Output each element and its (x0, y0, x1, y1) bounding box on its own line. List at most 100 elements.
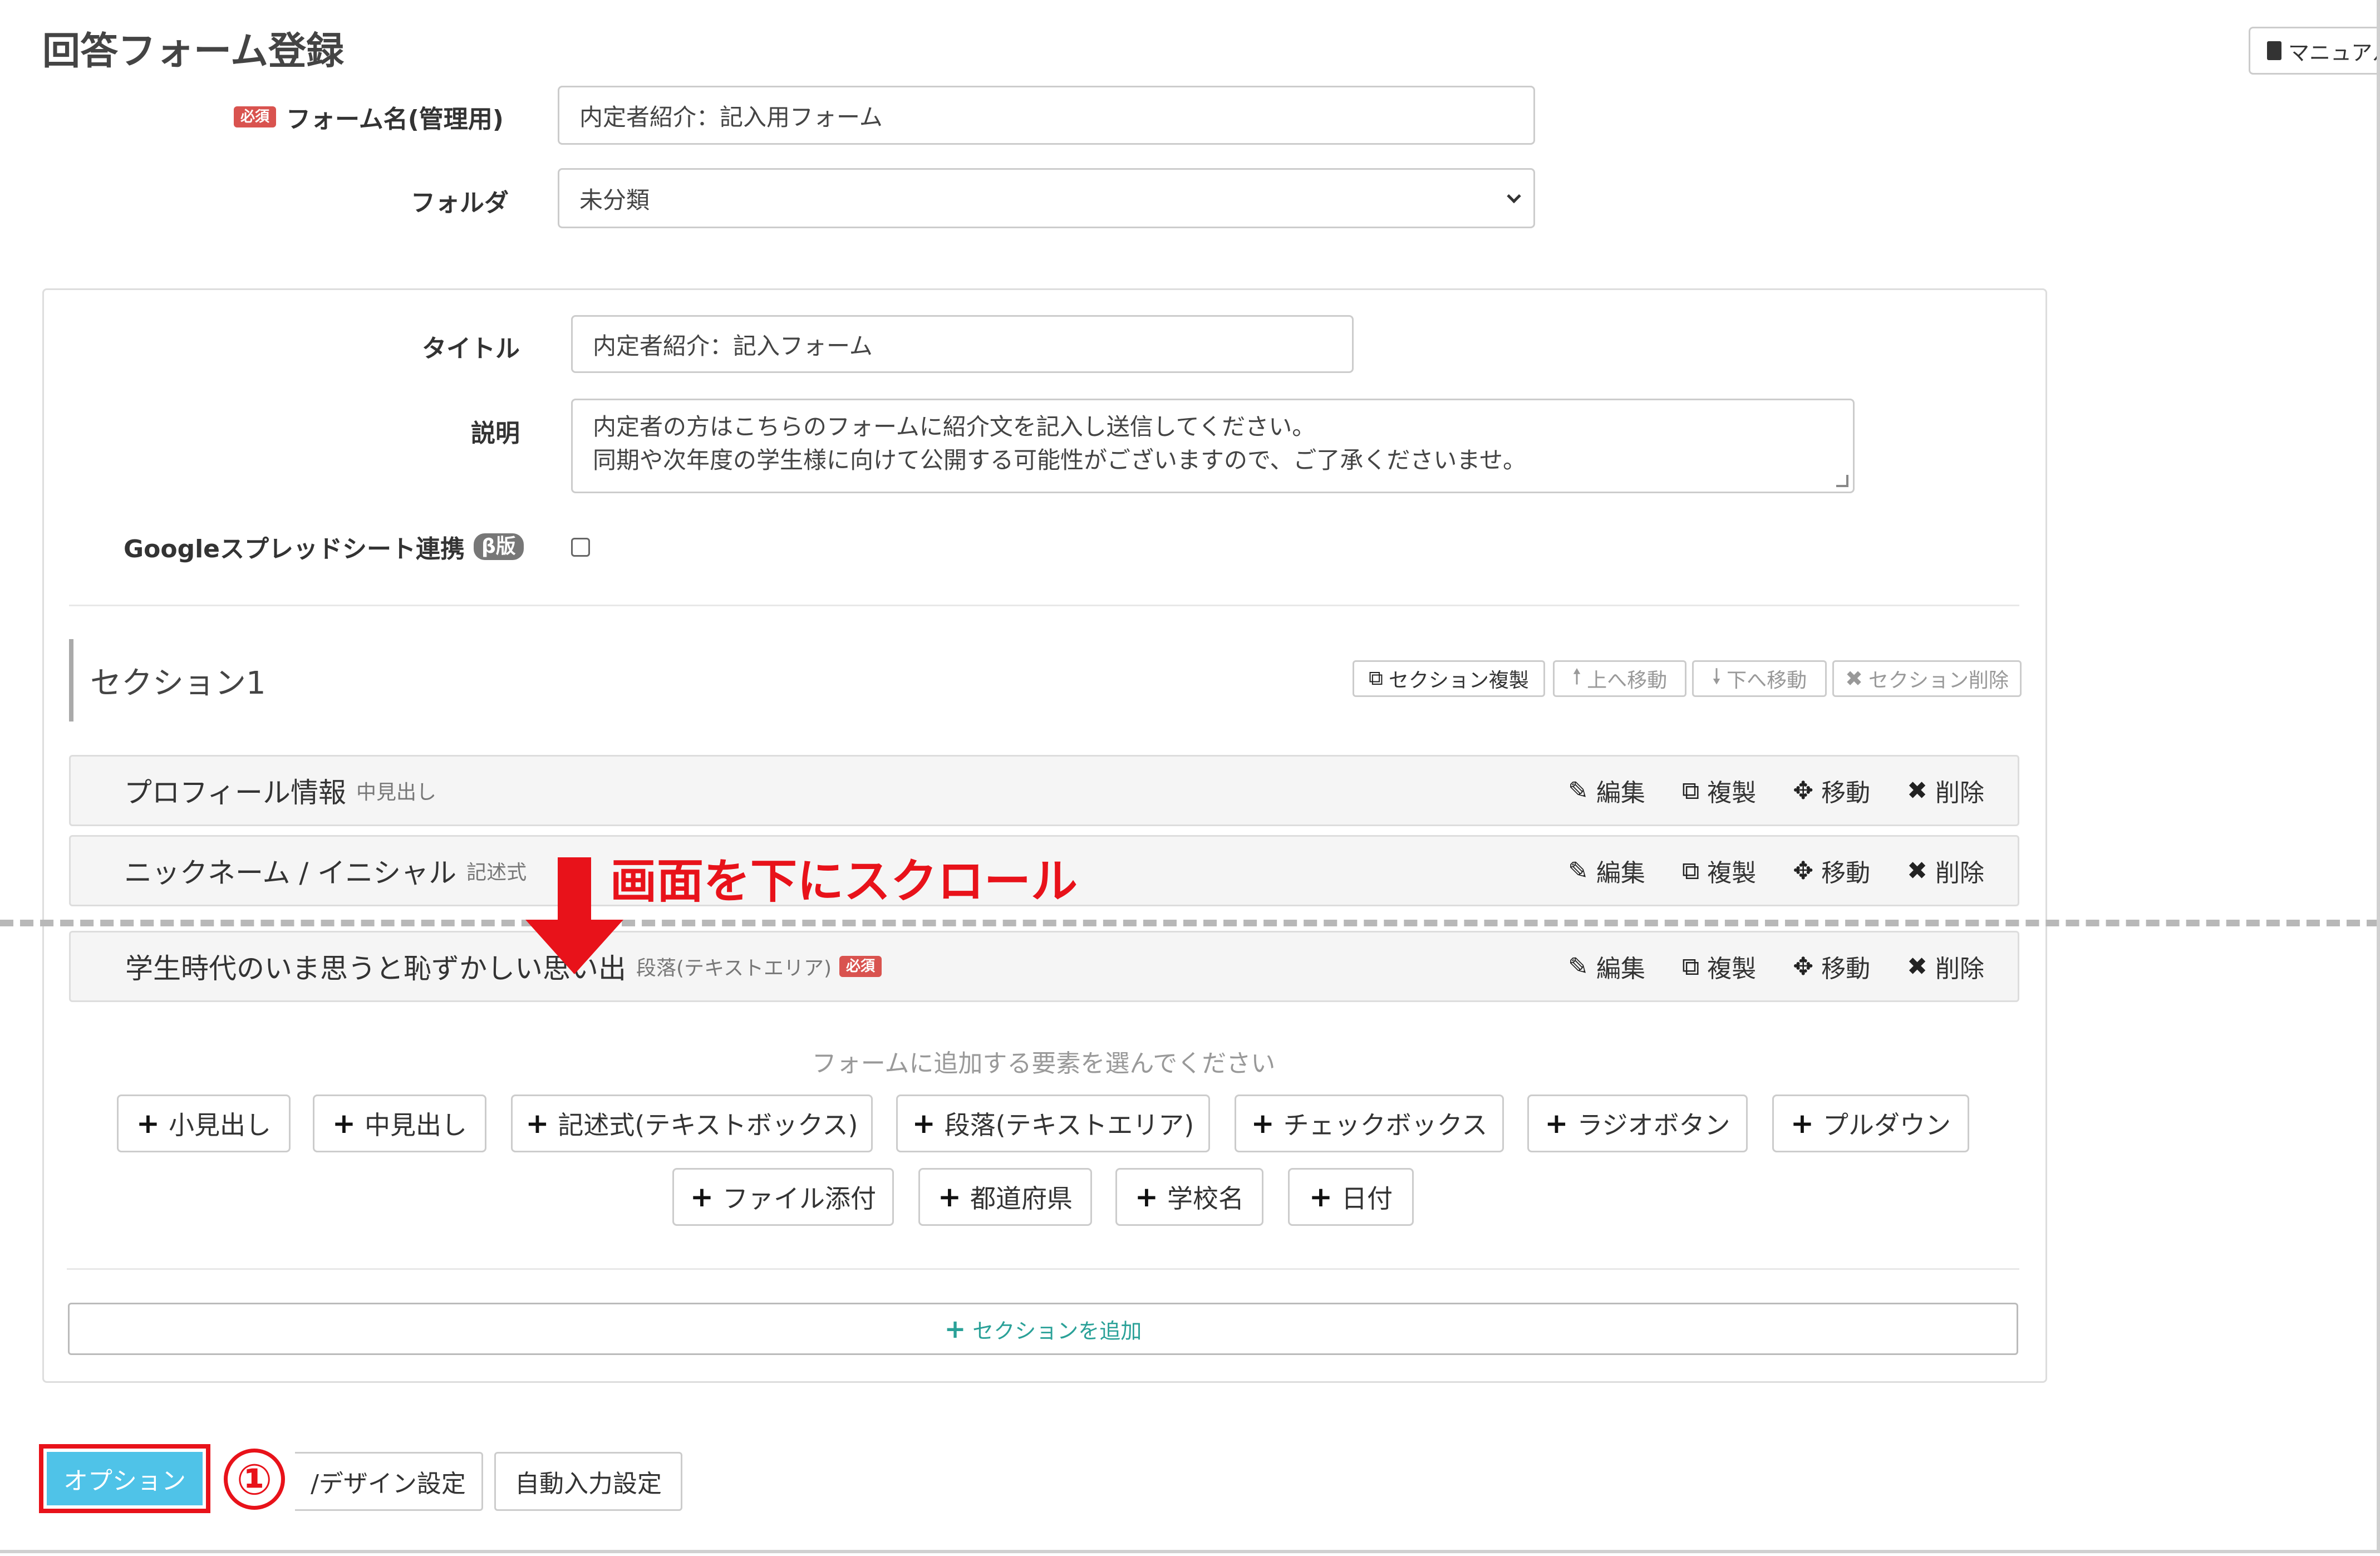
delete-button[interactable]: ✖ 削除 (1907, 773, 1984, 808)
close-icon: ✖ (1907, 856, 1927, 885)
section-name: セクション1 (90, 665, 266, 701)
form-item-row[interactable]: 学生時代のいま思うと恥ずかしい思い出 段落(テキストエリア) 必須 ✎ 編集 ⧉ 複… (69, 931, 2019, 1002)
section-delete-label: セクション削除 (1868, 669, 2009, 692)
copy-button[interactable]: ⧉ 複製 (1682, 773, 1756, 808)
section-header: セクション1 (69, 639, 266, 721)
folder-label: フォルダ (411, 189, 509, 217)
add-radio-button[interactable]: + ラジオボタン (1527, 1094, 1748, 1152)
close-icon: ✖ (1845, 666, 1863, 691)
plus-icon: + (1135, 1181, 1158, 1213)
add-file-button[interactable]: + ファイル添付 (672, 1168, 894, 1226)
section-delete-button[interactable]: ✖ セクション削除 (1832, 660, 2022, 697)
resize-handle-icon[interactable] (1836, 475, 1848, 487)
add-button-label: 記述式(テキストボックス) (558, 1110, 858, 1140)
move-button[interactable]: ✥ 移動 (1793, 853, 1870, 889)
add-small-heading-button[interactable]: + 小見出し (117, 1094, 291, 1152)
item-actions: ✎ 編集 ⧉ 複製 ✥ 移動 ✖ 削除 (1568, 837, 1984, 905)
autofill-settings-label: 自動入力設定 (515, 1470, 662, 1498)
design-settings-tab[interactable]: /デザイン設定 (295, 1452, 483, 1511)
plus-icon: + (912, 1107, 936, 1140)
copy-icon: ⧉ (1681, 952, 1700, 981)
move-button[interactable]: ✥ 移動 (1793, 949, 1870, 984)
delete-button[interactable]: ✖ 削除 (1907, 949, 1984, 984)
add-pulldown-button[interactable]: + プルダウン (1772, 1094, 1969, 1152)
form-item-row[interactable]: プロフィール情報 中見出し ✎ 編集 ⧉ 複製 ✥ 移動 ✖ 削除 (69, 755, 2019, 826)
section-duplicate-button[interactable]: ⧉ セクション複製 (1353, 660, 1545, 697)
divider (67, 1268, 2019, 1270)
edit-button[interactable]: ✎ 編集 (1568, 773, 1645, 808)
divider (69, 605, 2019, 606)
add-textarea-button[interactable]: + 段落(テキストエリア) (896, 1094, 1210, 1152)
edit-label: 編集 (1596, 779, 1645, 807)
scroll-annotation-text: 画面を下にスクロール (610, 854, 1078, 909)
book-icon (2267, 41, 2281, 60)
add-button-label: 小見出し (168, 1110, 271, 1140)
sheets-checkbox[interactable] (571, 538, 590, 557)
plus-icon: + (136, 1107, 160, 1140)
delete-label: 削除 (1935, 955, 1984, 983)
add-medium-heading-button[interactable]: + 中見出し (313, 1094, 486, 1152)
options-tab-button[interactable]: オプション (47, 1452, 203, 1505)
copy-label: 複製 (1707, 859, 1757, 887)
add-button-label: 中見出し (364, 1110, 467, 1140)
plus-icon: + (944, 1314, 966, 1344)
form-name-input[interactable]: 内定者紹介：記入用フォーム (558, 86, 1535, 145)
form-name-value: 内定者紹介：記入用フォーム (579, 103, 883, 131)
add-checkbox-button[interactable]: + チェックボックス (1235, 1094, 1504, 1152)
add-date-button[interactable]: + 日付 (1288, 1168, 1414, 1226)
arrow-down-icon: 🠗 (1712, 664, 1722, 689)
required-badge: 必須 (234, 106, 277, 127)
move-label: 移動 (1821, 955, 1871, 983)
autofill-settings-tab[interactable]: 自動入力設定 (494, 1452, 682, 1511)
plus-icon: + (1309, 1181, 1332, 1213)
edit-button[interactable]: ✎ 編集 (1568, 853, 1645, 889)
section-move-up-button[interactable]: 🠕 上へ移動 (1553, 660, 1686, 697)
description-label: 説明 (471, 419, 520, 448)
add-prefecture-button[interactable]: + 都道府県 (918, 1168, 1092, 1226)
step-number-badge: ① (224, 1449, 285, 1510)
move-label: 移動 (1821, 779, 1871, 807)
chevron-down-icon (1507, 189, 1521, 204)
plus-icon: + (690, 1181, 714, 1213)
move-icon: ✥ (1793, 776, 1814, 805)
form-name-label-group: 必須 フォーム名(管理用) (234, 99, 504, 135)
design-settings-label: /デザイン設定 (311, 1470, 466, 1498)
section-move-down-button[interactable]: 🠗 下へ移動 (1692, 660, 1827, 697)
plus-icon: + (1545, 1107, 1568, 1140)
description-line-1: 内定者の方はこちらのフォームに紹介文を記入し送信してください。 (593, 413, 1316, 440)
add-button-label: ラジオボタン (1577, 1110, 1730, 1140)
title-label: タイトル (422, 335, 520, 363)
delete-button[interactable]: ✖ 削除 (1907, 853, 1984, 889)
scroll-break-line (0, 920, 2380, 926)
copy-button[interactable]: ⧉ 複製 (1682, 949, 1756, 984)
title-input[interactable]: 内定者紹介：記入フォーム (571, 315, 1354, 373)
page-title: 回答フォーム登録 (42, 30, 344, 73)
pencil-icon: ✎ (1567, 952, 1589, 981)
folder-select[interactable]: 未分類 (558, 168, 1535, 228)
add-button-label: 都道府県 (970, 1184, 1073, 1214)
plus-icon: + (938, 1181, 961, 1213)
title-value: 内定者紹介：記入フォーム (593, 332, 873, 360)
copy-button[interactable]: ⧉ 複製 (1682, 853, 1756, 889)
add-element-hint: フォームに追加する要素を選んでください (812, 1049, 1276, 1078)
add-section-button[interactable]: + セクションを追加 (68, 1303, 2018, 1355)
plus-icon: + (332, 1107, 356, 1140)
section-move-up-label: 上へ移動 (1587, 669, 1668, 692)
move-button[interactable]: ✥ 移動 (1793, 773, 1870, 808)
manual-button[interactable]: マニュアル (2249, 27, 2380, 75)
delete-label: 削除 (1935, 859, 1984, 887)
pencil-icon: ✎ (1567, 776, 1589, 805)
add-school-button[interactable]: + 学校名 (1115, 1168, 1263, 1226)
move-icon: ✥ (1793, 856, 1814, 885)
copy-label: 複製 (1707, 955, 1757, 983)
description-textarea[interactable]: 内定者の方はこちらのフォームに紹介文を記入し送信してください。 同期や次年度の学… (571, 399, 1855, 493)
edit-button[interactable]: ✎ 編集 (1568, 949, 1645, 984)
add-button-label: チェックボックス (1283, 1110, 1488, 1140)
add-textbox-button[interactable]: + 記述式(テキストボックス) (511, 1094, 873, 1152)
item-title: プロフィール情報 (124, 777, 346, 809)
edit-label: 編集 (1596, 859, 1645, 887)
pencil-icon: ✎ (1567, 856, 1589, 885)
close-icon: ✖ (1907, 952, 1927, 981)
add-button-label: 日付 (1341, 1184, 1393, 1214)
arrow-down-icon (525, 857, 623, 974)
